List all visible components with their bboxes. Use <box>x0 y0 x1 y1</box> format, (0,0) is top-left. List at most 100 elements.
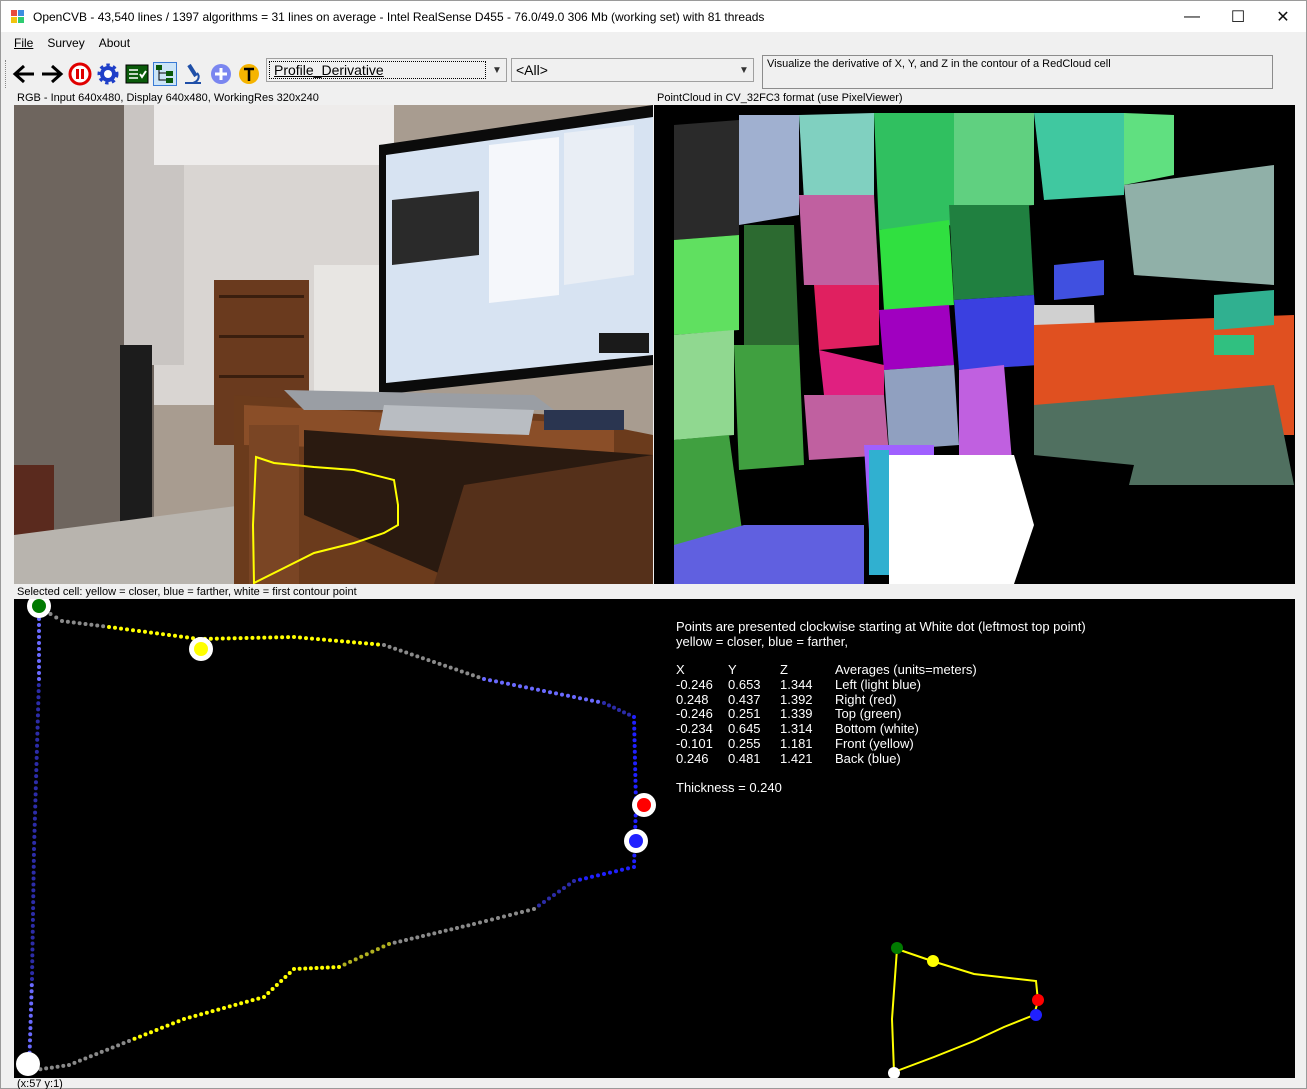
minimize-button[interactable]: — <box>1169 1 1215 32</box>
contour-point <box>34 768 39 773</box>
back-blue-marker <box>629 834 643 848</box>
averages-cell-label: Left (light blue) <box>835 677 921 692</box>
contour-point <box>303 966 308 971</box>
contour-point <box>432 660 436 664</box>
contour-point <box>375 947 380 952</box>
contour-point <box>382 643 386 647</box>
chevron-down-icon[interactable]: ▼ <box>488 65 506 76</box>
menu-survey[interactable]: Survey <box>47 36 84 50</box>
contour-point <box>466 923 471 928</box>
contour-point <box>404 938 408 942</box>
contour-point <box>472 922 476 926</box>
contour-point <box>33 798 38 803</box>
contour-point <box>35 713 40 718</box>
contour-point <box>370 949 375 954</box>
contour-point <box>34 774 39 779</box>
contour-point <box>60 619 64 623</box>
contour-point <box>36 701 41 706</box>
contour-point <box>520 910 524 914</box>
contour-point <box>33 810 38 815</box>
contour-point <box>216 1007 221 1012</box>
pause-icon[interactable] <box>68 62 92 86</box>
contour-point <box>222 1006 226 1010</box>
contour-point <box>364 641 368 646</box>
averages-cell-z: 1.314 <box>780 721 813 737</box>
contour-point <box>72 1060 77 1065</box>
contour-point <box>633 773 638 777</box>
averages-cell-label: Front (yellow) <box>835 735 914 751</box>
contour-point <box>268 635 273 640</box>
settings-gear-icon[interactable] <box>96 62 120 86</box>
contour-point <box>359 954 364 959</box>
contour-point <box>208 636 213 641</box>
algorithm-select[interactable]: Profile_Derivative ▼ <box>266 58 507 82</box>
contour-point <box>29 989 34 994</box>
contour-point <box>426 658 431 663</box>
contour-point <box>633 824 638 829</box>
contour-point <box>193 1013 198 1018</box>
microscope-icon[interactable] <box>181 62 205 86</box>
contour-point <box>262 995 266 999</box>
inset-green-marker <box>891 942 903 954</box>
contour-point <box>283 975 288 979</box>
contour-point <box>30 977 34 981</box>
title-bar: OpenCVB - 43,540 lines / 1397 algorithms… <box>1 1 1306 32</box>
contour-point <box>149 1030 153 1035</box>
contour-point <box>632 715 636 719</box>
contour-point <box>37 677 41 681</box>
contour-point <box>35 743 40 748</box>
rgb-image-view[interactable] <box>14 105 653 584</box>
menu-bar: File Survey About <box>1 32 1306 54</box>
contour-point <box>542 689 546 693</box>
averages-cell-x: -0.246 <box>676 706 713 722</box>
contour-point <box>29 983 34 988</box>
inset-blue-marker <box>1030 1009 1042 1021</box>
contour-point <box>116 1043 121 1048</box>
contour-point <box>95 623 100 628</box>
contour-point <box>121 1041 126 1046</box>
add-plus-icon[interactable] <box>209 62 233 86</box>
contour-point <box>31 864 36 869</box>
contour-point <box>270 987 275 991</box>
contour-point <box>110 1045 115 1050</box>
contour-point <box>138 1034 142 1039</box>
contour-point <box>30 965 35 970</box>
contour-point <box>30 959 35 964</box>
contour-derivative-view[interactable]: Points are presented clockwise starting … <box>14 599 1295 1078</box>
forward-arrow-icon[interactable] <box>40 62 64 86</box>
contour-point <box>342 962 347 967</box>
contour-point <box>36 707 41 712</box>
test-all-icon[interactable] <box>125 62 149 86</box>
contour-point <box>131 628 135 633</box>
window-title: OpenCVB - 43,540 lines / 1397 algorithms… <box>33 9 765 24</box>
menu-file[interactable]: File <box>14 36 33 50</box>
contour-point <box>171 1021 175 1026</box>
close-button[interactable]: ✕ <box>1260 1 1306 32</box>
contour-point <box>536 687 540 692</box>
contour-point <box>210 1009 215 1014</box>
contour-point <box>32 822 37 827</box>
menu-about[interactable]: About <box>99 36 130 50</box>
contour-point <box>54 615 59 620</box>
contour-point <box>88 1054 93 1059</box>
maximize-button[interactable]: ☐ <box>1215 1 1261 32</box>
contour-plot <box>16 599 1044 1078</box>
contour-point <box>547 896 551 901</box>
group-select[interactable]: <All> ▼ <box>511 58 754 82</box>
pointcloud-view[interactable] <box>654 105 1295 584</box>
chevron-down-icon[interactable]: ▼ <box>735 65 753 76</box>
averages-cell-label: Back (blue) <box>835 750 901 766</box>
contour-point <box>633 790 638 795</box>
contour-point <box>149 630 153 635</box>
contour-point <box>602 872 606 876</box>
contour-point <box>322 637 326 642</box>
contour-point <box>31 906 36 911</box>
translate-t-icon[interactable] <box>237 62 261 86</box>
contour-point <box>560 692 564 697</box>
algorithm-tree-icon[interactable] <box>153 62 177 86</box>
right-red-marker <box>637 798 651 812</box>
back-arrow-icon[interactable] <box>12 62 36 86</box>
contour-point <box>566 693 570 698</box>
inset-yellow-marker <box>927 955 939 967</box>
averages-cell-label: Bottom (white) <box>835 721 919 737</box>
